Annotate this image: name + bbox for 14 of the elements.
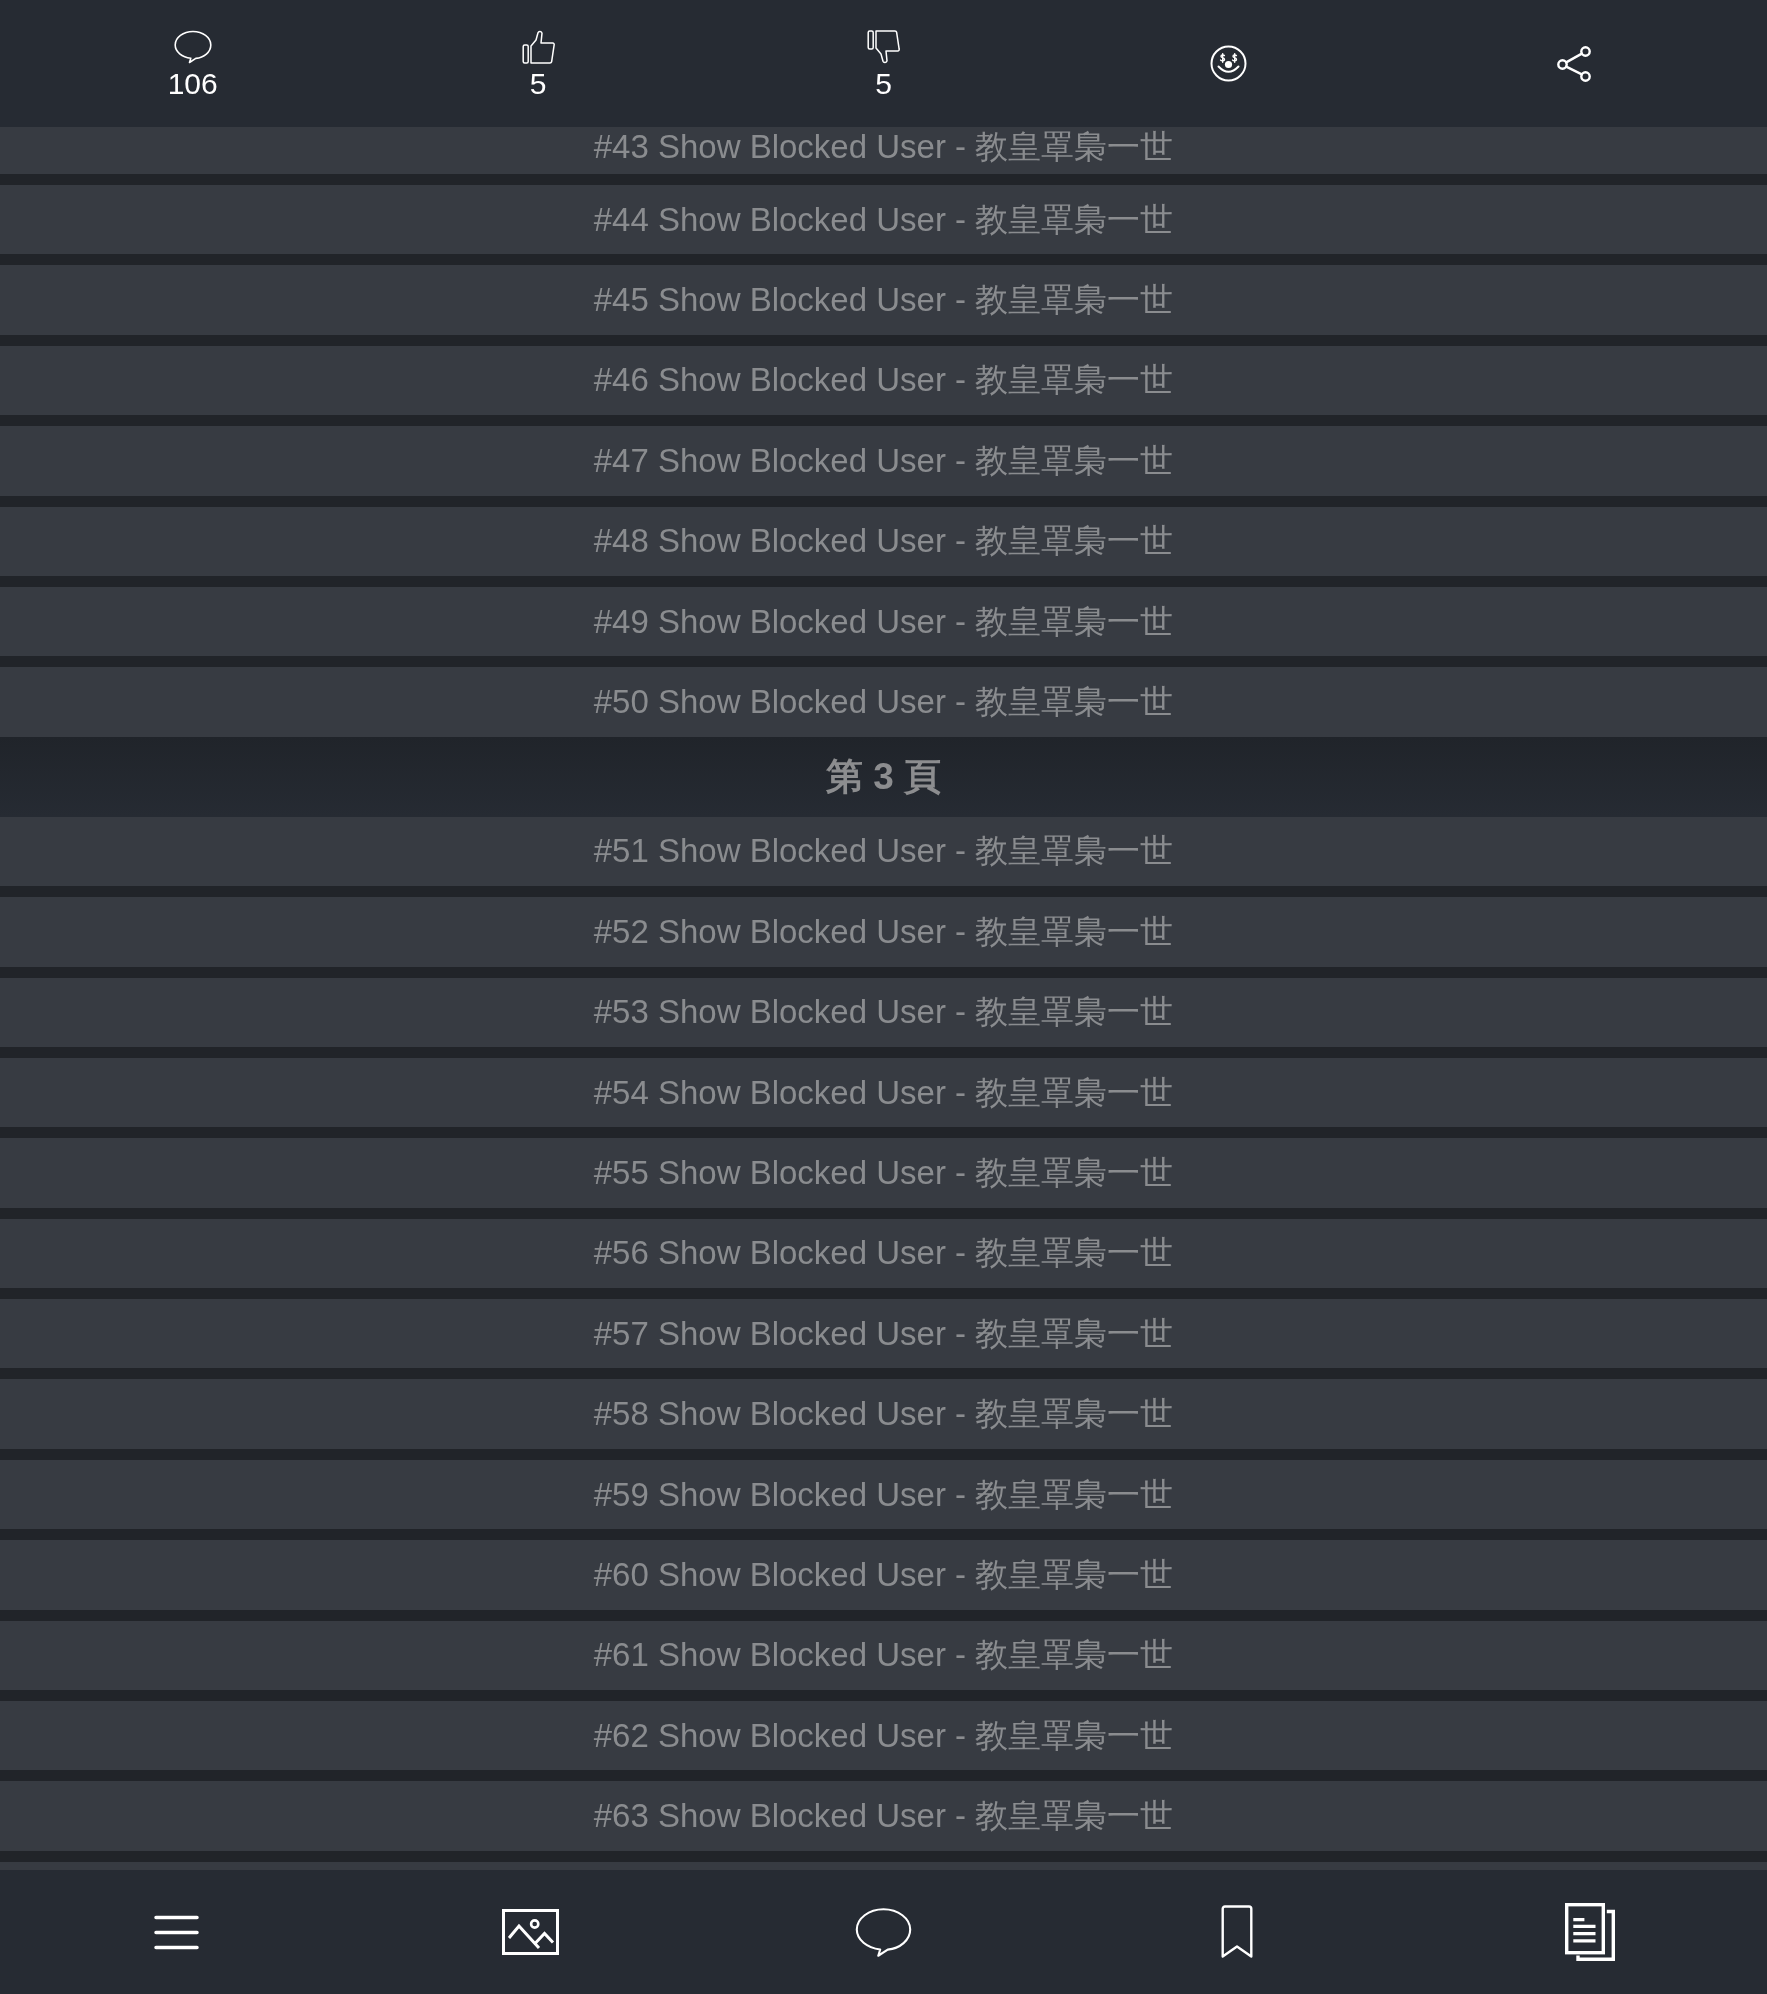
- dollar-smiley-icon[interactable]: [1210, 45, 1248, 82]
- document-icon[interactable]: [1565, 1903, 1616, 1961]
- image-icon[interactable]: [501, 1909, 559, 1955]
- dislike-button[interactable]: 5: [867, 29, 900, 100]
- like-button[interactable]: 5: [521, 29, 555, 100]
- bookmark-icon[interactable]: [1220, 1905, 1253, 1959]
- page-header: 第 3 頁: [0, 736, 1767, 817]
- speech-bubble-icon[interactable]: [855, 1906, 912, 1958]
- share-icon[interactable]: [1557, 45, 1592, 82]
- thumbs-down-icon: [867, 29, 900, 64]
- comments-button[interactable]: 106: [167, 29, 218, 100]
- menu-icon[interactable]: [154, 1914, 200, 1950]
- thumbs-up-icon: [521, 29, 555, 64]
- speech-bubble-icon: [173, 29, 212, 64]
